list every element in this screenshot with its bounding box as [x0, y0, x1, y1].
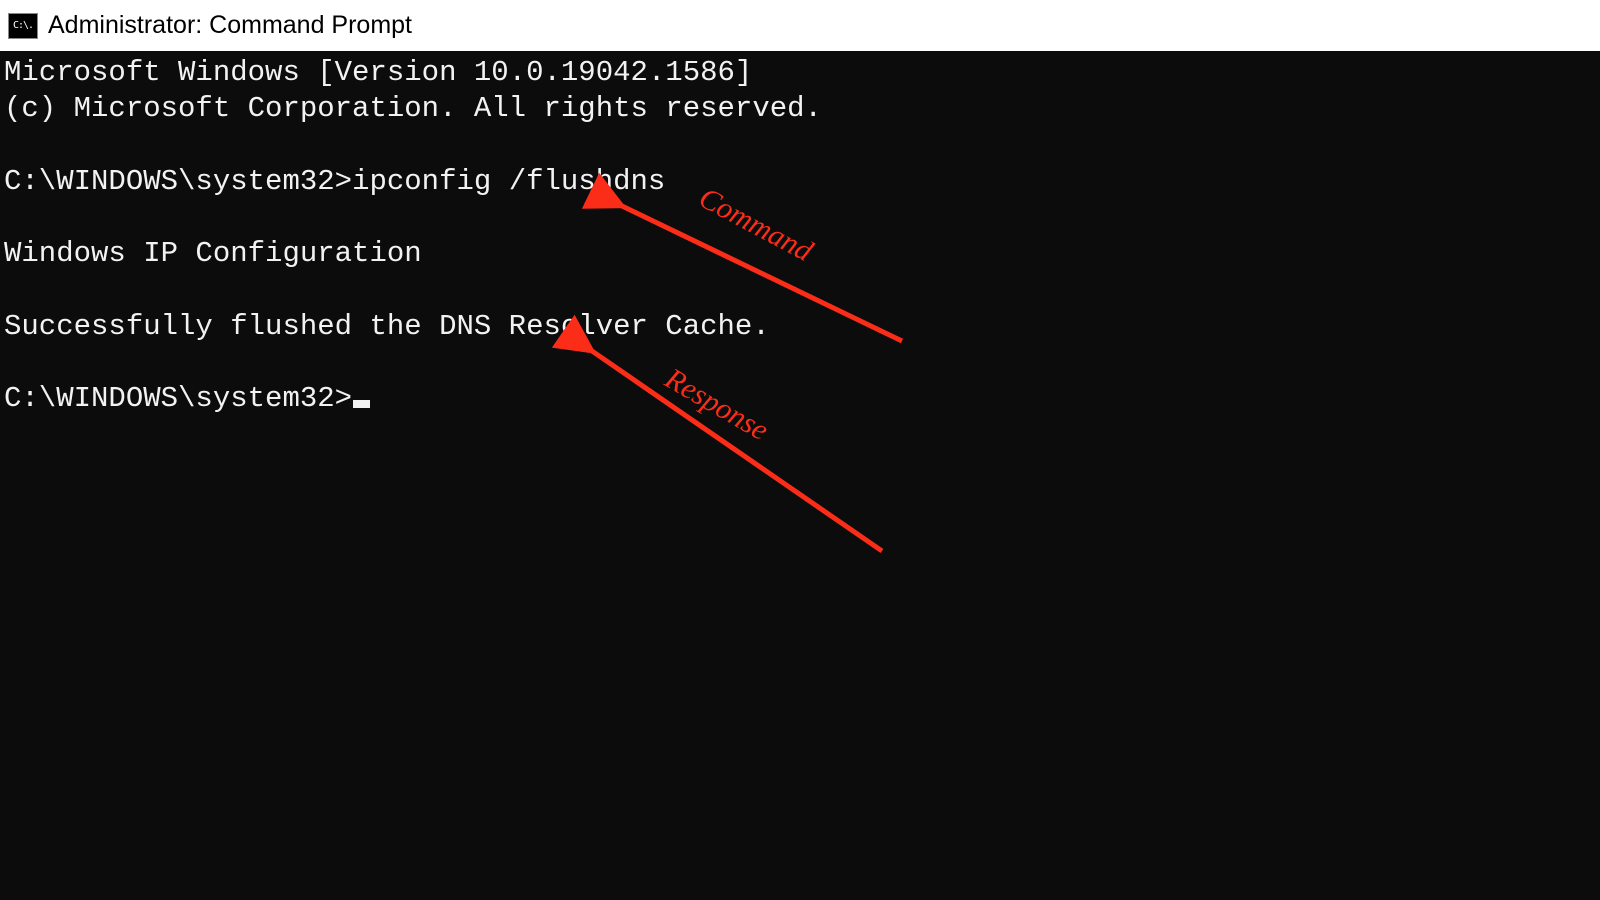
terminal-output-area[interactable]: Microsoft Windows [Version 10.0.19042.15… [0, 51, 1600, 900]
terminal-command-1: ipconfig /flushdns [352, 165, 665, 198]
title-bar: C:\. Administrator: Command Prompt [0, 0, 1600, 51]
terminal-cursor [353, 400, 370, 408]
cmd-app-icon-text: C:\. [13, 21, 33, 31]
cmd-app-icon: C:\. [8, 13, 38, 39]
command-annotation-label: Command [692, 179, 819, 270]
terminal-prompt-1: C:\WINDOWS\system32> [4, 165, 352, 198]
response-annotation-label: Response [658, 360, 775, 449]
terminal-output-heading: Windows IP Configuration [4, 237, 422, 270]
terminal-prompt-2: C:\WINDOWS\system32> [4, 382, 352, 415]
terminal-banner-version: Microsoft Windows [Version 10.0.19042.15… [4, 56, 752, 89]
window-title: Administrator: Command Prompt [48, 11, 412, 40]
terminal-banner-copyright: (c) Microsoft Corporation. All rights re… [4, 92, 822, 125]
terminal-output-result: Successfully flushed the DNS Resolver Ca… [4, 310, 770, 343]
response-arrow [592, 351, 882, 551]
